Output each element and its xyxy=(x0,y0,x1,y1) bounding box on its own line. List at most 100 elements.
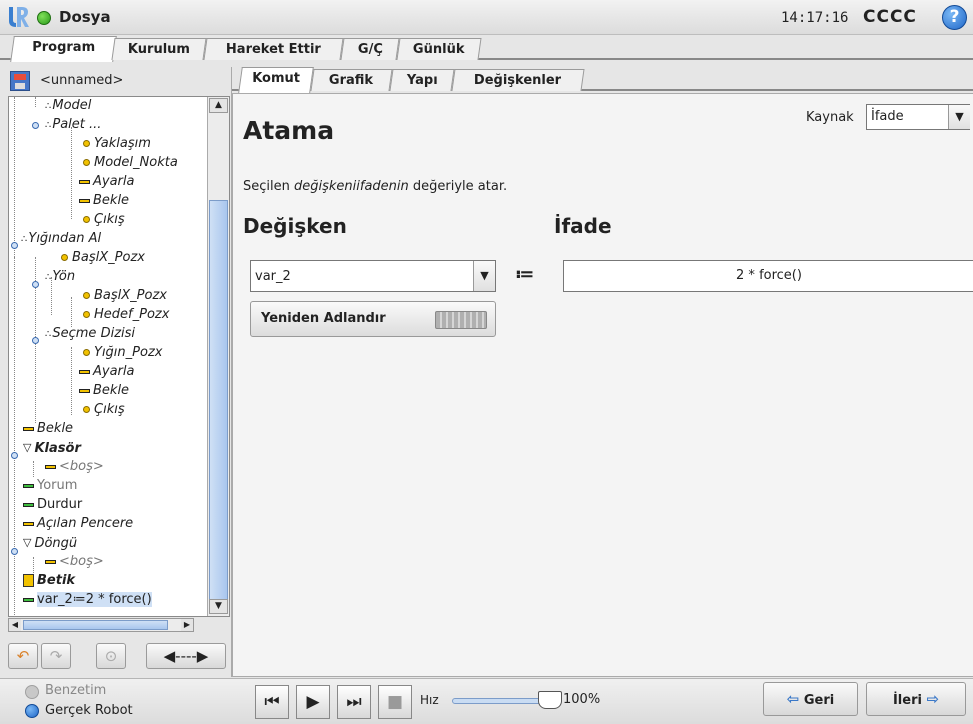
tree-node-selected[interactable]: var_2≔2 * force() xyxy=(23,591,152,610)
tree-expander[interactable] xyxy=(11,242,18,249)
tree-vertical-scrollbar[interactable]: ▲ ▼ xyxy=(207,97,229,616)
variable-select[interactable]: var_2 ▼ xyxy=(250,260,496,292)
tree-node[interactable]: Hedef_Pozx xyxy=(83,306,169,325)
play-button[interactable]: ▶ xyxy=(296,685,330,719)
tree-node-label: Klasör xyxy=(34,441,81,456)
tree-node-label: Yaklaşım xyxy=(94,136,151,151)
tree-node[interactable]: Betik xyxy=(23,572,75,591)
save-icon[interactable] xyxy=(10,71,30,91)
tree-node-label: Çıkış xyxy=(94,402,125,417)
rename-button[interactable]: Yeniden Adlandır xyxy=(250,301,496,337)
help-icon[interactable]: ? xyxy=(942,5,967,30)
file-menu[interactable]: Dosya xyxy=(59,8,111,26)
tree-expander[interactable] xyxy=(32,337,39,344)
program-tree[interactable]: ∴ Model ∴ Palet ... Yaklaşım Model_Nokta A… xyxy=(8,96,230,617)
skip-back-icon: ⏮ xyxy=(264,692,280,712)
simulation-radio[interactable] xyxy=(25,685,39,699)
speed-slider-thumb[interactable] xyxy=(538,691,562,709)
real-robot-radio[interactable] xyxy=(25,704,39,718)
tab-io[interactable]: G/Ç xyxy=(340,38,400,60)
waypoint-icon xyxy=(83,140,90,147)
command-icon xyxy=(23,597,34,602)
tree-expander[interactable] xyxy=(32,281,39,288)
tree-node[interactable]: ∴ Seçme Dizisi xyxy=(45,325,135,344)
waypoint-icon xyxy=(83,349,90,356)
tree-node[interactable]: Yaklaşım xyxy=(83,135,151,154)
tab-installation[interactable]: Kurulum xyxy=(111,38,207,60)
back-button[interactable]: ⇦ Geri xyxy=(763,682,858,716)
tab-graphics[interactable]: Grafik xyxy=(310,69,393,91)
tree-expander[interactable] xyxy=(11,548,18,555)
real-robot-label[interactable]: Gerçek Robot xyxy=(45,703,133,718)
chevron-down-icon[interactable]: ▼ xyxy=(948,105,970,129)
tree-node[interactable]: ∴ Palet ... xyxy=(45,116,101,135)
tab-move[interactable]: Hareket Ettir xyxy=(203,38,344,60)
move-node-button[interactable]: ◀‑‑‑‑▶ xyxy=(146,643,226,669)
skip-back-button[interactable]: ⏮ xyxy=(255,685,289,719)
tree-node[interactable]: ∴ Model xyxy=(45,97,91,116)
tree-node[interactable]: Bekle xyxy=(23,420,73,439)
scroll-down-icon[interactable]: ▼ xyxy=(209,599,228,614)
back-button-label: Geri xyxy=(803,693,835,708)
speed-label: Hız xyxy=(420,693,439,707)
scrollbar-thumb[interactable] xyxy=(209,200,228,602)
tab-command[interactable]: Komut xyxy=(238,67,314,93)
tab-structure[interactable]: Yapı xyxy=(389,69,455,91)
tree-node[interactable]: Yığın_Pozx xyxy=(83,344,162,363)
tree-node-label: Betik xyxy=(37,573,76,588)
tree-toolbar: ↶ ↷ ⊙ ◀‑‑‑‑▶ xyxy=(8,641,230,673)
tree-node[interactable]: Ayarla xyxy=(79,173,134,192)
tree-node[interactable]: Yorum xyxy=(23,477,77,496)
tree-expander[interactable] xyxy=(32,122,39,129)
chevron-down-icon[interactable]: ▼ xyxy=(473,261,495,291)
command-panel: Komut Grafik Yapı Değişkenler Kaynak İfa… xyxy=(231,67,973,677)
arrows-left-right-icon: ◀‑‑‑‑▶ xyxy=(163,647,209,665)
tab-variables[interactable]: Değişkenler xyxy=(451,69,585,91)
tree-horizontal-scrollbar[interactable]: ◀ ▶ xyxy=(8,618,194,632)
description-emphasis: değişkeniifadenin xyxy=(294,179,409,194)
tree-node[interactable]: Durdur xyxy=(23,496,82,515)
tree-node[interactable]: Bekle xyxy=(79,192,129,211)
tree-node[interactable]: Model_Nokta xyxy=(83,154,178,173)
tree-node[interactable]: Ayarla xyxy=(79,363,134,382)
tree-node[interactable]: Açılan Pencere xyxy=(23,515,133,534)
simulation-label[interactable]: Benzetim xyxy=(45,683,106,698)
rename-button-label: Yeniden Adlandır xyxy=(261,311,386,326)
scroll-up-icon[interactable]: ▲ xyxy=(209,98,228,113)
options-button[interactable]: ⊙ xyxy=(96,643,126,669)
tab-log[interactable]: Günlük xyxy=(396,38,482,60)
tab-program[interactable]: Program xyxy=(10,36,117,62)
tree-node[interactable]: Bekle xyxy=(79,382,129,401)
tree-expander[interactable] xyxy=(11,452,18,459)
scroll-right-icon[interactable]: ▶ xyxy=(181,619,193,631)
tree-node[interactable]: Çıkış xyxy=(83,401,125,420)
tree-node[interactable]: ▽ Döngü xyxy=(23,534,77,553)
tree-node[interactable]: Çıkış xyxy=(83,211,125,230)
tree-node-label: Döngü xyxy=(34,536,78,551)
tab-command-label: Komut xyxy=(252,71,301,86)
tree-node[interactable]: ▽ Klasör xyxy=(23,439,81,458)
robot-status-indicator xyxy=(37,11,51,25)
tree-node[interactable]: <boş> xyxy=(45,458,104,477)
universal-robots-logo-icon xyxy=(9,7,29,27)
next-button[interactable]: İleri ⇨ xyxy=(866,682,966,716)
expression-field[interactable]: 2 * force() xyxy=(563,260,973,292)
step-button[interactable]: ⏭ xyxy=(337,685,371,719)
description-text: Seçilen xyxy=(243,179,294,194)
command-icon xyxy=(79,179,90,184)
tree-node[interactable]: BaşlX_Pozx xyxy=(61,249,145,268)
tree-node-label: Yığından Al xyxy=(28,231,102,246)
tree-node-label: Model_Nokta xyxy=(94,155,178,170)
tree-node[interactable]: BaşlX_Pozx xyxy=(83,287,167,306)
redo-button[interactable]: ↷ xyxy=(41,643,71,669)
scroll-left-icon[interactable]: ◀ xyxy=(9,619,21,631)
scrollbar-thumb[interactable] xyxy=(23,620,168,630)
program-name-bar: <unnamed> xyxy=(8,67,230,95)
undo-button[interactable]: ↶ xyxy=(8,643,38,669)
tree-node[interactable]: ∴ Yön xyxy=(45,268,75,287)
source-select[interactable]: İfade ▼ xyxy=(866,104,970,130)
waypoint-icon xyxy=(83,406,90,413)
stop-button[interactable]: ■ xyxy=(378,685,412,719)
tree-node[interactable]: ∴ Yığından Al xyxy=(21,230,101,249)
tree-node[interactable]: <boş> xyxy=(45,553,104,572)
